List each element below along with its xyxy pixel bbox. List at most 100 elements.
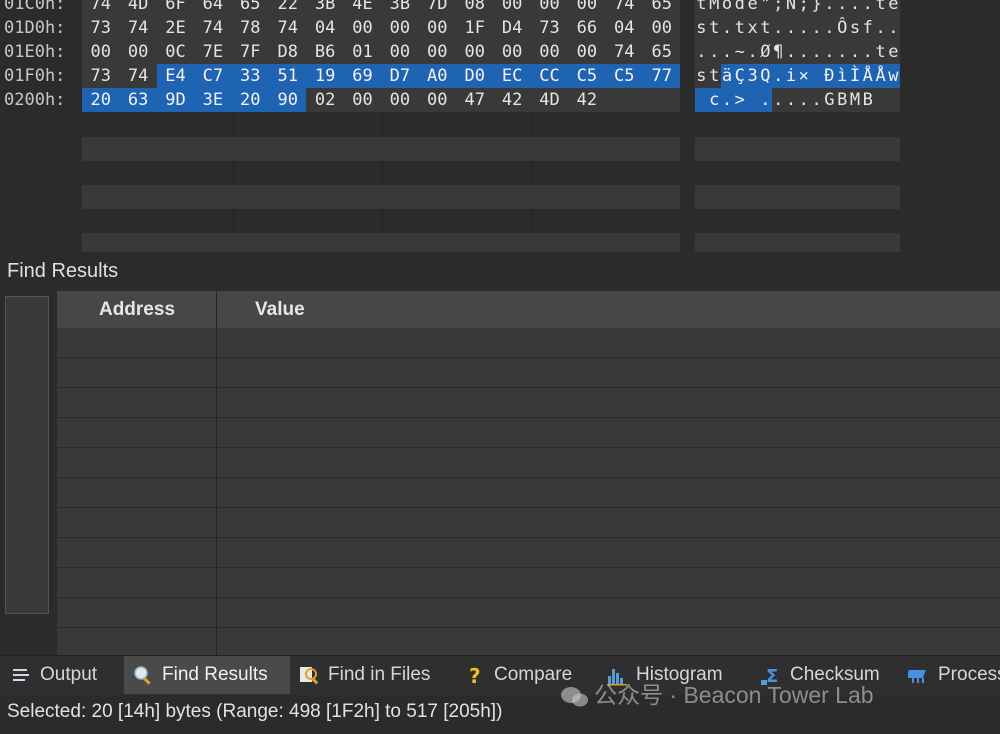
- hex-byte[interactable]: 74: [119, 64, 156, 88]
- hex-byte[interactable]: 00: [344, 88, 381, 112]
- ascii-char[interactable]: .: [721, 16, 734, 40]
- hex-byte[interactable]: 00: [419, 16, 456, 40]
- hex-byte[interactable]: 64: [194, 0, 231, 16]
- ascii-char[interactable]: x: [746, 16, 759, 40]
- hex-byte[interactable]: D8: [269, 40, 306, 64]
- hex-byte[interactable]: 33: [231, 64, 269, 88]
- ascii-char[interactable]: Ç: [733, 64, 747, 88]
- hex-byte[interactable]: 08: [456, 0, 493, 16]
- ascii-char[interactable]: e: [746, 0, 759, 16]
- ascii-char[interactable]: t: [733, 16, 746, 40]
- ascii-char[interactable]: Ð: [823, 64, 836, 88]
- ascii-char[interactable]: s: [695, 64, 708, 88]
- hex-byte[interactable]: B6: [306, 40, 343, 64]
- ascii-char[interactable]: .: [849, 0, 862, 16]
- ascii-char[interactable]: N: [785, 0, 798, 16]
- table-row[interactable]: [57, 568, 1000, 598]
- ascii-char[interactable]: s: [695, 16, 708, 40]
- hex-byte[interactable]: 78: [232, 16, 269, 40]
- ascii-char[interactable]: .: [721, 40, 734, 64]
- find-results-grid[interactable]: Address Value: [57, 291, 1000, 658]
- ascii-char[interactable]: ": [759, 0, 772, 16]
- ascii-char[interactable]: ×: [797, 64, 811, 88]
- ascii-char[interactable]: .: [759, 88, 772, 112]
- hex-byte[interactable]: E4: [156, 64, 195, 88]
- hex-byte[interactable]: EC: [493, 64, 531, 88]
- hex-byte[interactable]: 90: [269, 88, 307, 112]
- hex-byte[interactable]: 65: [643, 40, 680, 64]
- hex-byte[interactable]: 74: [119, 16, 156, 40]
- ascii-char[interactable]: f: [861, 16, 874, 40]
- ascii-char[interactable]: ~: [733, 40, 746, 64]
- hex-byte[interactable]: 65: [643, 0, 680, 16]
- ascii-char[interactable]: .: [708, 40, 721, 64]
- hex-byte[interactable]: 42: [568, 88, 605, 112]
- ascii-char[interactable]: .: [823, 16, 836, 40]
- hex-byte[interactable]: 73: [531, 16, 568, 40]
- ascii-char[interactable]: .: [771, 64, 785, 88]
- hex-byte[interactable]: 2E: [157, 16, 194, 40]
- ascii-char[interactable]: .: [823, 40, 836, 64]
- hex-byte[interactable]: 7E: [194, 40, 231, 64]
- hex-byte[interactable]: 74: [606, 40, 643, 64]
- hex-byte[interactable]: 7D: [419, 0, 456, 16]
- ascii-char[interactable]: }: [810, 0, 823, 16]
- hex-byte[interactable]: 00: [493, 40, 530, 64]
- ascii-text[interactable]: st.txt.....Ôsf..: [695, 16, 900, 40]
- hex-byte[interactable]: 4D: [531, 88, 568, 112]
- ascii-char[interactable]: Q: [759, 64, 772, 88]
- hex-byte[interactable]: 73: [82, 16, 119, 40]
- ascii-char[interactable]: Å: [861, 64, 875, 88]
- hex-byte[interactable]: 00: [381, 88, 418, 112]
- ascii-char[interactable]: o: [721, 0, 734, 16]
- table-row[interactable]: [57, 508, 1000, 538]
- ascii-char[interactable]: .: [887, 16, 900, 40]
- hex-byte[interactable]: 74: [606, 0, 643, 16]
- hex-byte[interactable]: 74: [269, 16, 306, 40]
- hex-byte[interactable]: 02: [306, 88, 343, 112]
- hex-byte[interactable]: 00: [419, 40, 456, 64]
- ascii-char[interactable]: .: [861, 0, 874, 16]
- hex-byte[interactable]: 00: [419, 88, 456, 112]
- ascii-char[interactable]: >: [733, 88, 747, 112]
- ascii-char[interactable]: .: [785, 40, 798, 64]
- hex-byte[interactable]: D0: [456, 64, 494, 88]
- hex-byte[interactable]: 20: [82, 88, 120, 112]
- hex-byte[interactable]: 9D: [156, 88, 195, 112]
- ascii-char[interactable]: ä: [720, 64, 734, 88]
- hex-byte[interactable]: A0: [418, 64, 456, 88]
- ascii-char[interactable]: Ô: [836, 16, 849, 40]
- hex-byte[interactable]: 20: [231, 88, 269, 112]
- hex-byte[interactable]: C7: [194, 64, 232, 88]
- ascii-char[interactable]: i: [784, 64, 798, 88]
- hex-byte[interactable]: 00: [568, 0, 605, 16]
- hex-row[interactable]: 01E0h: 00 00 0C 7E 7F D8 B6 01 00 00 00 00 00 00 74 65..…: [0, 40, 1000, 64]
- ascii-char[interactable]: e: [887, 0, 900, 16]
- ascii-char[interactable]: 3: [746, 64, 759, 88]
- hex-row[interactable]: 01F0h: 73 74 E4 C7 33 51 19 69 D7 A0 D0 EC CC C5 C5 77 s t…: [0, 64, 1000, 88]
- column-header-address[interactable]: Address: [57, 291, 217, 328]
- hex-byte[interactable]: 47: [456, 88, 493, 112]
- hex-byte[interactable]: 00: [381, 40, 418, 64]
- ascii-char[interactable]: e: [887, 40, 900, 64]
- ascii-char[interactable]: t: [759, 16, 772, 40]
- ascii-char[interactable]: t: [695, 0, 708, 16]
- hex-byte[interactable]: 00: [531, 0, 568, 16]
- ascii-char[interactable]: .: [772, 88, 785, 112]
- hex-byte[interactable]: 7F: [232, 40, 269, 64]
- hex-bytes[interactable]: 74 4D 6F 64 65 22 3B 4E 3B 7D 08 00 00 00 74 65: [82, 0, 680, 16]
- ascii-char[interactable]: .: [836, 0, 849, 16]
- tab-process[interactable]: Process: [908, 656, 1000, 694]
- ascii-char[interactable]: .: [810, 88, 823, 112]
- hex-byte[interactable]: 19: [306, 64, 344, 88]
- hex-bytes[interactable]: 00 00 0C 7E 7F D8 B6 01 00 00 00 00 00 00 74 65: [82, 40, 680, 64]
- hex-byte[interactable]: 04: [606, 16, 643, 40]
- column-separator[interactable]: [216, 291, 217, 655]
- hex-byte[interactable]: 00: [456, 40, 493, 64]
- ascii-char[interactable]: ;: [772, 0, 785, 16]
- hex-byte[interactable]: CC: [530, 64, 569, 88]
- ascii-char[interactable]: .: [861, 40, 874, 64]
- hex-byte[interactable]: 01: [344, 40, 381, 64]
- ascii-char[interactable]: ;: [797, 0, 810, 16]
- ascii-char[interactable]: Å: [874, 64, 887, 88]
